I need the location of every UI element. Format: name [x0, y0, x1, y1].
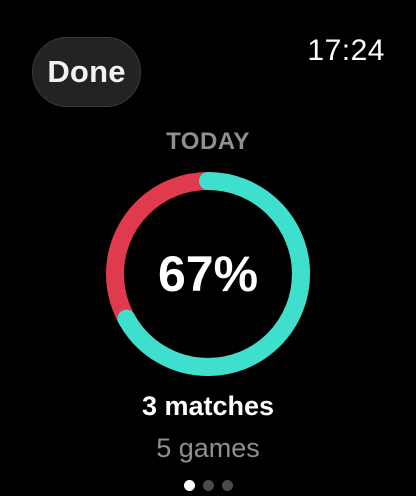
clock-time: 17:24	[307, 34, 385, 67]
matches-count: 3 matches	[141, 391, 275, 421]
page-dot-1[interactable]	[183, 480, 195, 491]
page-dot-2[interactable]	[202, 480, 214, 491]
page-dot-3[interactable]	[221, 480, 233, 491]
done-button[interactable]: Done	[32, 37, 141, 107]
percent-value: 67%	[157, 246, 259, 302]
period-label: TODAY	[166, 128, 250, 155]
page-indicator	[0, 480, 416, 491]
games-count: 5 games	[156, 433, 260, 463]
